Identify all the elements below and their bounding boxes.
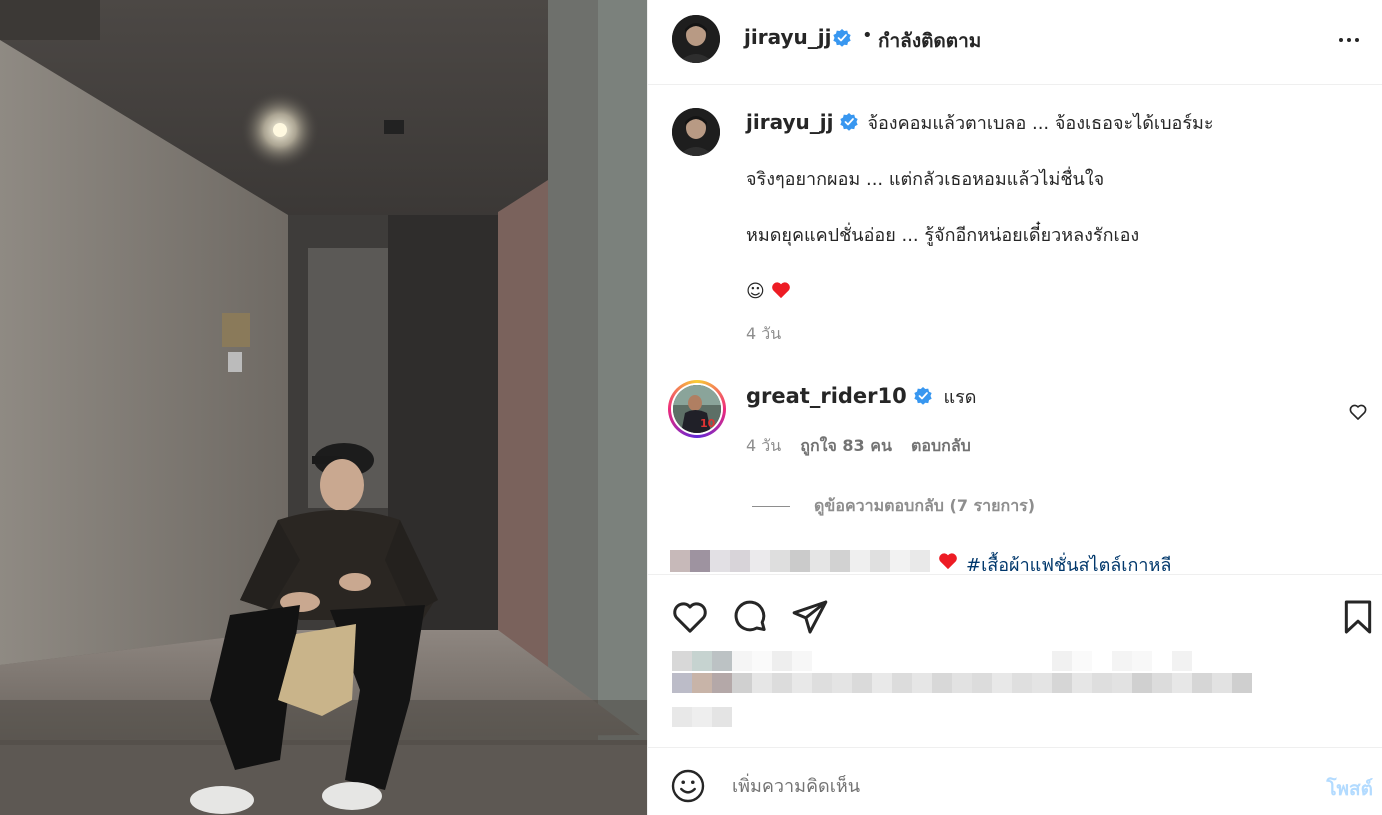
comment-hashtag[interactable]: #เสื้อผ้าแฟชั่นสไตล์เกาหลี xyxy=(966,550,1171,574)
verified-badge-icon xyxy=(840,113,859,131)
verified-badge-icon xyxy=(833,29,851,47)
caption-timestamp[interactable]: 4 วัน xyxy=(746,320,1366,348)
caption-username[interactable]: jirayu_jj xyxy=(746,110,833,134)
comment-text: แรด xyxy=(943,387,977,408)
emoji-picker-icon[interactable] xyxy=(670,768,706,804)
comment-like-heart-icon[interactable] xyxy=(1348,402,1368,422)
caption-smiley: ☺ xyxy=(746,281,765,302)
pixelated-comment: #เสื้อผ้าแฟชั่นสไตล์เกาหลี xyxy=(670,550,1360,574)
view-replies-label: ดูข้อความตอบกลับ (7 รายการ) xyxy=(814,496,1036,515)
commenter-avatar-story-ring[interactable]: 10 xyxy=(668,380,726,438)
caption-author-avatar[interactable] xyxy=(672,108,720,156)
caption-line-3: หมดยุคแคปชั่นอ่อย ... รู้จักอีกหน่อยเดี๋… xyxy=(746,225,1140,246)
author-username[interactable]: jirayu_jj xyxy=(744,25,831,49)
view-replies-button[interactable]: ดูข้อความตอบกลับ (7 รายการ) xyxy=(752,494,1035,519)
caption-line-1: จ้องคอมแล้วตาเบลอ ... จ้องเธอจะได้เบอร์ม… xyxy=(867,113,1214,134)
comment-icon[interactable] xyxy=(730,597,770,637)
share-icon[interactable] xyxy=(790,597,830,637)
caption-line-2: จริงๆอยากผอม ... แต่กลัวเธอหอมแล้วไม่ชื่… xyxy=(746,169,1105,190)
commenter-username[interactable]: great_rider10 xyxy=(746,384,907,408)
red-heart-emoji-icon xyxy=(771,282,790,299)
more-horizontal-icon xyxy=(1339,38,1359,42)
post-header: jirayu_jj • กำลังติดตาม xyxy=(648,0,1382,85)
header-separator: • xyxy=(862,25,873,46)
verified-badge-icon xyxy=(914,387,932,405)
heart-icon[interactable] xyxy=(670,597,710,637)
post-side-panel: jirayu_jj • กำลังติดตาม jirayu_jj จ้องคอ… xyxy=(647,0,1382,815)
author-avatar[interactable] xyxy=(672,15,720,63)
comment-item: 10 great_rider10 แรด 4 วัน ถูกใจ 83 คน ต… xyxy=(668,380,1368,470)
comment-input[interactable] xyxy=(732,770,1292,802)
comments-list[interactable]: jirayu_jj จ้องคอมแล้วตาเบลอ ... จ้องเธอจ… xyxy=(648,86,1382,574)
post-comment-button[interactable]: โพสต์ xyxy=(1326,774,1373,804)
svg-text:10: 10 xyxy=(700,417,716,430)
commenter-avatar: 10 xyxy=(673,385,721,433)
comment-reply-button[interactable]: ตอบกลับ xyxy=(911,436,971,455)
following-button[interactable]: กำลังติดตาม xyxy=(878,26,981,56)
comment-timestamp[interactable]: 4 วัน xyxy=(746,436,781,455)
red-heart-emoji-icon xyxy=(939,553,957,570)
post-actions-bar xyxy=(648,574,1382,747)
add-comment-bar: โพสต์ xyxy=(648,747,1382,815)
post-image xyxy=(0,0,647,815)
more-options-button[interactable] xyxy=(1331,22,1367,58)
post-photo[interactable] xyxy=(0,0,647,815)
bookmark-icon[interactable] xyxy=(1338,597,1378,637)
replies-divider-line xyxy=(752,506,790,507)
comment-likes-count[interactable]: ถูกใจ 83 คน xyxy=(800,436,892,455)
